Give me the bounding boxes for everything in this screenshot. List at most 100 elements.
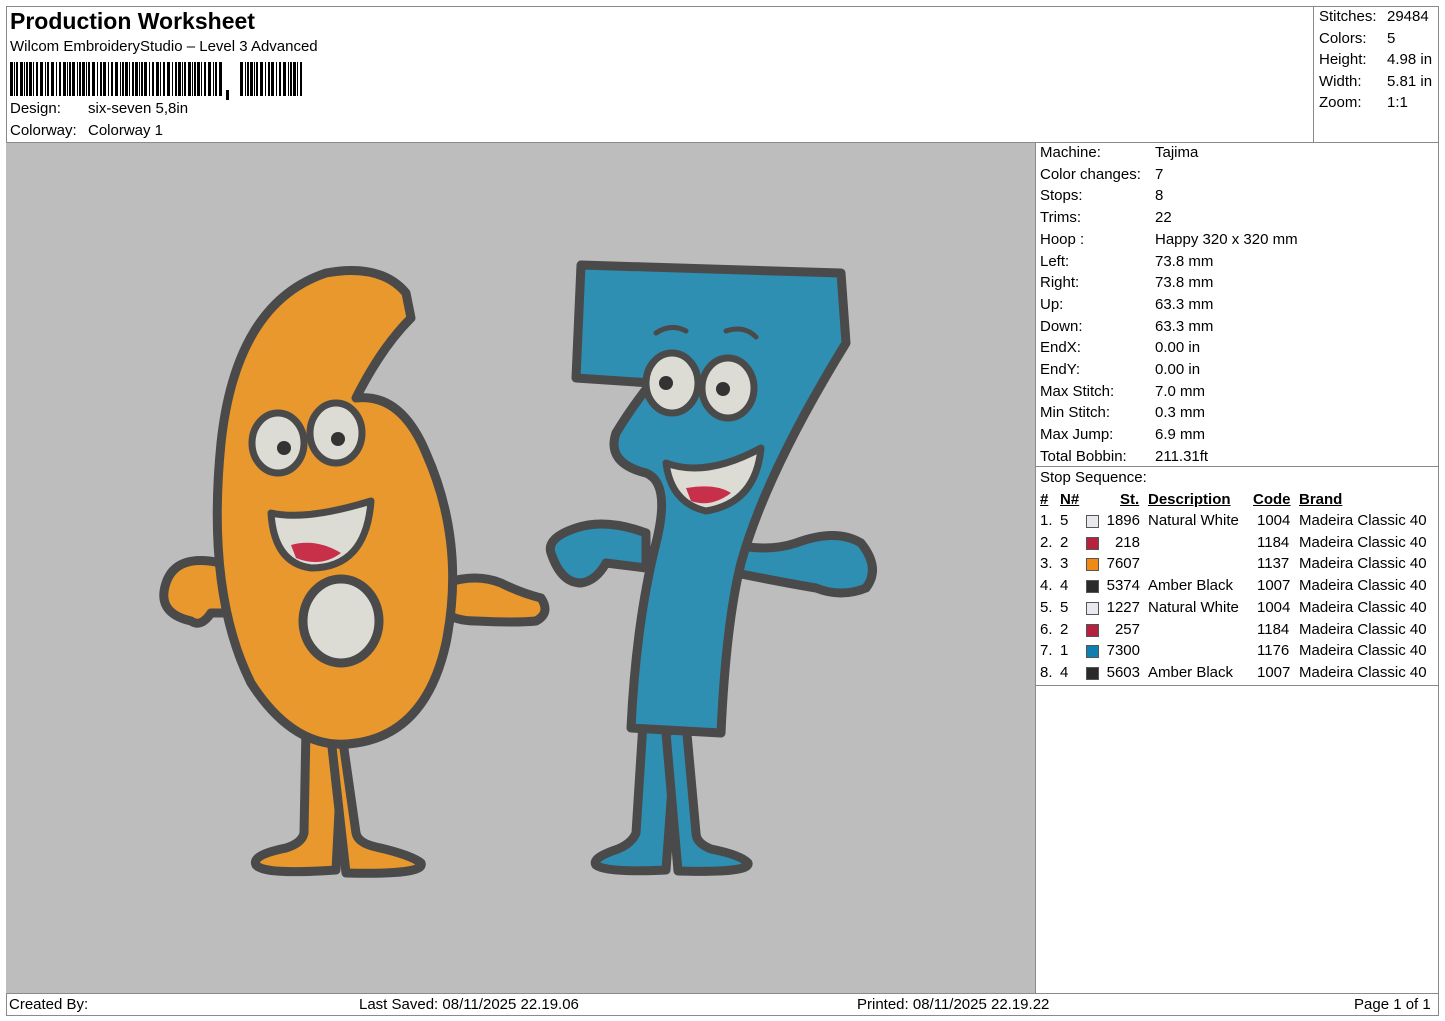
info-row: Color changes: 7 <box>1040 166 1163 183</box>
barcode-bar <box>160 62 161 96</box>
width-label: Width: <box>1319 73 1362 90</box>
barcode-bar <box>297 62 298 96</box>
info-label: Machine: <box>1040 144 1101 161</box>
height-label: Height: <box>1319 51 1367 68</box>
barcode-bar <box>120 62 121 96</box>
zoom-label: Zoom: <box>1319 94 1362 111</box>
barcode-bar <box>69 62 71 96</box>
barcode-bar <box>213 62 214 96</box>
info-value: 0.00 in <box>1155 361 1201 378</box>
divider <box>1036 466 1439 467</box>
col-header-brand: Brand <box>1299 491 1343 508</box>
stop-index: 6. <box>1040 620 1053 638</box>
barcode-bar <box>268 62 270 96</box>
barcode-bar <box>97 62 98 96</box>
barcode-bar <box>260 62 263 96</box>
info-row: Down: 63.3 mm <box>1040 318 1213 335</box>
barcode-bar <box>125 62 128 96</box>
barcode-bar <box>129 62 130 96</box>
stop-needle: 3 <box>1060 555 1069 573</box>
stop-stitches: 5603 <box>1106 663 1140 681</box>
barcode-bar <box>175 62 177 96</box>
info-value: 73.8 mm <box>1155 274 1214 292</box>
info-value: 211.31ft <box>1155 447 1209 465</box>
barcode-bar <box>300 62 302 96</box>
stop-code: 1137 <box>1257 555 1290 573</box>
colors-row: Colors: 5 <box>1319 30 1395 47</box>
height-row: Height: 4.98 in <box>1319 51 1432 68</box>
barcode-bar <box>29 62 32 96</box>
barcode-bar <box>184 62 186 96</box>
stop-stitches: 7300 <box>1106 642 1140 660</box>
info-value: 0.00 in <box>1155 339 1201 357</box>
stop-code: 1184 <box>1257 620 1290 638</box>
barcode-bar <box>247 62 249 96</box>
stop-stitches: 218 <box>1114 533 1140 551</box>
stop-code: 1176 <box>1257 642 1290 660</box>
info-label: Down: <box>1040 317 1083 335</box>
stop-needle: 4 <box>1060 663 1069 681</box>
page-title: Production Worksheet <box>10 8 255 34</box>
width-value: 5.81 in <box>1387 73 1433 90</box>
stop-row: 1. 5 1896 Natural White 1004 Madeira Classic … <box>1036 512 1439 533</box>
barcode-bar <box>20 62 23 96</box>
stop-description: Amber Black <box>1148 577 1234 595</box>
stop-brand: Madeira Classic 40 <box>1299 512 1427 529</box>
barcode-bar <box>10 62 13 96</box>
design-value: six-seven 5,8in <box>88 100 189 117</box>
col-header-stitches: St. <box>1120 491 1140 508</box>
barcode-bar <box>77 62 78 96</box>
printed-date: Printed: 08/11/2025 22.19.22 <box>857 996 1050 1013</box>
design-preview <box>6 143 1036 993</box>
barcode-bar <box>271 62 274 96</box>
barcode-bar <box>16 62 18 96</box>
barcode-bar <box>250 62 253 96</box>
barcode-bar <box>245 62 246 96</box>
stitches-row: Stitches: 29484 <box>1319 8 1429 25</box>
info-label: EndY: <box>1040 361 1081 378</box>
info-value: 73.8 mm <box>1155 252 1214 270</box>
barcode-bar <box>172 62 173 96</box>
barcode-bar <box>149 62 150 96</box>
info-label: Max Stitch: <box>1040 382 1115 400</box>
barcode-bar <box>144 62 147 96</box>
stop-brand: Madeira Classic 40 <box>1299 533 1427 551</box>
software-subtitle: Wilcom EmbroideryStudio – Level 3 Advanc… <box>10 38 318 55</box>
zoom-row: Zoom: 1:1 <box>1319 94 1408 111</box>
worksheet-footer: Created By: Last Saved: 08/11/2025 22.19… <box>6 993 1439 1016</box>
info-row: Max Stitch: 7.0 mm <box>1040 383 1205 400</box>
stop-needle: 2 <box>1060 620 1069 638</box>
barcode-bar <box>167 62 170 96</box>
stop-index: 7. <box>1040 642 1053 660</box>
barcode-bar <box>92 62 95 96</box>
stop-needle: 4 <box>1060 577 1069 595</box>
info-value: 8 <box>1155 187 1164 205</box>
barcode-bar <box>141 62 143 96</box>
stop-row: 7. 1 7300 1176 Madeira Classic 40 <box>1036 642 1439 663</box>
info-label: Color changes: <box>1040 165 1141 183</box>
info-value: 6.9 mm <box>1155 426 1206 444</box>
info-value: 22 <box>1155 209 1172 227</box>
info-value: 7.0 mm <box>1155 382 1206 400</box>
width-row: Width: 5.81 in <box>1319 73 1432 90</box>
barcode-bar <box>51 62 54 96</box>
color-swatch <box>1086 645 1099 659</box>
info-value: 0.3 mm <box>1155 404 1206 422</box>
stop-brand: Madeira Classic 40 <box>1299 555 1427 573</box>
colorway-value: Colorway 1 <box>88 122 164 139</box>
stitches-value: 29484 <box>1387 8 1429 25</box>
info-label: Up: <box>1040 295 1064 313</box>
stop-row: 2. 2 218 1184 Madeira Classic 40 <box>1036 534 1439 555</box>
barcode-separator <box>226 90 229 100</box>
stop-row: 6. 2 257 1184 Madeira Classic 40 <box>1036 621 1439 642</box>
colors-value: 5 <box>1387 30 1396 47</box>
col-header-description: Description <box>1148 491 1231 508</box>
color-swatch <box>1086 623 1099 637</box>
stop-row: 4. 4 5374 Amber Black 1007 Madeira Classic 40 <box>1036 577 1439 598</box>
barcode-bar <box>24 62 25 96</box>
stop-code: 1007 <box>1257 577 1291 595</box>
info-row: Machine: Tajima <box>1040 144 1198 161</box>
barcode-bar <box>115 62 118 96</box>
stop-stitches: 7607 <box>1106 555 1140 573</box>
barcode-bar <box>256 62 258 96</box>
